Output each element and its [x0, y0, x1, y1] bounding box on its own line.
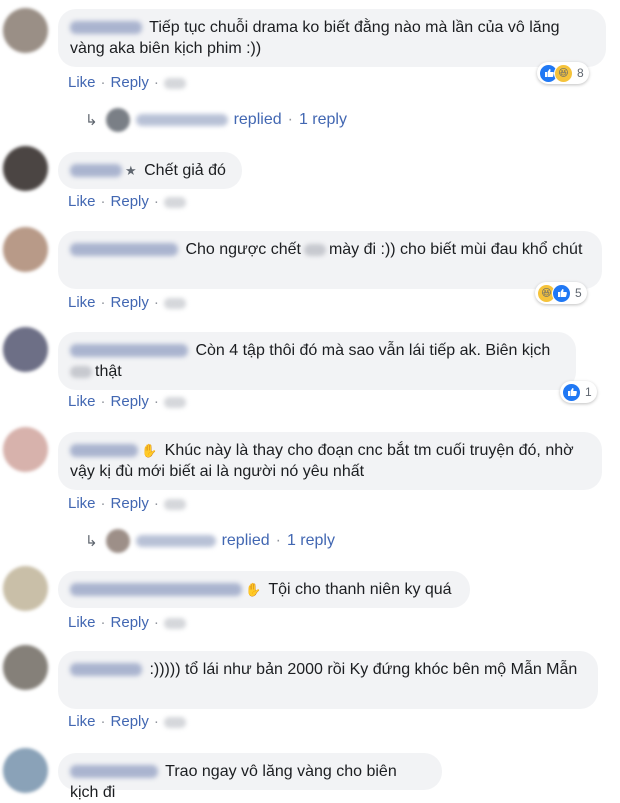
reply-link[interactable]: Reply: [111, 495, 149, 512]
star-badge-icon: ★: [125, 163, 137, 178]
reply-count: 1 reply: [298, 111, 347, 128]
timestamp[interactable]: [163, 196, 186, 208]
commenter-name[interactable]: [70, 21, 142, 35]
reply-link[interactable]: Reply: [111, 614, 149, 631]
avatar[interactable]: [3, 566, 48, 611]
timestamp[interactable]: [163, 396, 186, 408]
timestamp[interactable]: [163, 297, 186, 309]
replier-name: [135, 114, 228, 126]
reaction-summary[interactable]: 😆 8: [537, 62, 589, 84]
comment-text: Chết giả đó: [144, 162, 226, 179]
reply-avatar: [105, 108, 130, 132]
commenter-name[interactable]: [70, 765, 158, 779]
like-link[interactable]: Like: [68, 74, 96, 91]
reply-link[interactable]: Reply: [111, 294, 149, 311]
comment-actions: Like · Reply ·: [68, 193, 186, 210]
comment-text-a: Cho ngược chết: [185, 241, 301, 258]
avatar[interactable]: [3, 427, 48, 472]
commenter-name[interactable]: [70, 583, 242, 597]
reaction-count: 8: [577, 66, 584, 80]
reply-arrow-icon: ↳: [85, 112, 98, 129]
reply-arrow-icon: ↳: [85, 533, 98, 550]
timestamp[interactable]: [163, 498, 186, 510]
timestamp[interactable]: [163, 716, 186, 728]
timestamp[interactable]: [163, 77, 186, 89]
reply-avatar: [105, 529, 130, 553]
reply-link[interactable]: Reply: [111, 713, 149, 730]
avatar[interactable]: [3, 227, 48, 272]
avatar[interactable]: [3, 8, 48, 53]
reaction-count: 1: [585, 385, 592, 399]
comment-text: :))))) tổ lái như bản 2000 rồi Ky đứng k…: [149, 661, 578, 678]
like-link[interactable]: Like: [68, 294, 96, 311]
comment-bubble: Trao ngay vô lăng vàng cho biên kịch đi: [58, 753, 442, 801]
censored-word: [303, 243, 326, 256]
comment-bubble: ★ Chết giả đó: [58, 152, 242, 189]
like-link[interactable]: Like: [68, 193, 96, 210]
reaction-summary[interactable]: 1: [560, 381, 597, 403]
comment-text: Còn 4 tập thôi đó mà sao vẫn lái tiếp ak…: [195, 342, 551, 359]
like-link[interactable]: Like: [68, 393, 96, 410]
replied-label: replied: [233, 111, 282, 128]
comment-bubble: Cho ngược chết mày đi :)) cho biết mùi đa…: [58, 231, 602, 289]
commenter-name[interactable]: [70, 344, 188, 358]
avatar[interactable]: [3, 645, 48, 690]
comment-text: Tiếp tục chuỗi drama ko biết đằng nào mà…: [70, 19, 560, 57]
commenter-name[interactable]: [70, 444, 138, 458]
reply-count: 1 reply: [286, 532, 335, 549]
comment-actions: Like · Reply ·: [68, 74, 186, 91]
hand-badge-icon: ✋: [141, 443, 158, 458]
reply-link[interactable]: Reply: [111, 393, 149, 410]
censored-word: [70, 365, 92, 378]
comment-actions: Like · Reply ·: [68, 614, 186, 631]
comment-actions: Like · Reply ·: [68, 393, 186, 410]
hand-badge-icon: ✋: [245, 582, 262, 597]
replies-toggle[interactable]: ↳ replied · 1 reply: [85, 529, 335, 553]
comment-bubble: :))))) tổ lái như bản 2000 rồi Ky đứng k…: [58, 651, 598, 709]
haha-reaction-icon: 😆: [554, 63, 573, 83]
avatar[interactable]: [3, 146, 48, 191]
replier-name: [135, 535, 216, 547]
avatar[interactable]: [3, 748, 48, 793]
like-link[interactable]: Like: [68, 495, 96, 512]
reaction-summary[interactable]: 😆 5: [535, 282, 587, 304]
commenter-name[interactable]: [70, 663, 142, 677]
comment-actions: Like · Reply ·: [68, 495, 186, 512]
comment-bubble: ✋ Tội cho thanh niên ky quá: [58, 571, 470, 608]
comment-text-b: mày đi :)) cho biết mùi đau khổ chút: [328, 241, 583, 258]
comment-text-b: thật: [95, 363, 122, 380]
timestamp[interactable]: [163, 617, 186, 629]
reply-link[interactable]: Reply: [111, 193, 149, 210]
comment-actions: Like · Reply ·: [68, 713, 186, 730]
like-reaction-icon: [552, 283, 571, 303]
comment-text: Tội cho thanh niên ky quá: [268, 581, 452, 598]
reaction-count: 5: [575, 286, 582, 300]
replies-toggle[interactable]: ↳ replied · 1 reply: [85, 108, 347, 132]
commenter-name[interactable]: [70, 164, 122, 178]
avatar[interactable]: [3, 327, 48, 372]
commenter-name[interactable]: [70, 243, 178, 257]
comment-bubble: Còn 4 tập thôi đó mà sao vẫn lái tiếp ak…: [58, 332, 576, 390]
like-reaction-icon: [562, 382, 581, 402]
comment-actions: Like · Reply ·: [68, 294, 186, 311]
comment-bubble: ✋ Khúc này là thay cho đoạn cnc bắt tm c…: [58, 432, 602, 490]
comment-bubble: Tiếp tục chuỗi drama ko biết đằng nào mà…: [58, 9, 606, 67]
like-link[interactable]: Like: [68, 713, 96, 730]
replied-label: replied: [221, 532, 270, 549]
like-link[interactable]: Like: [68, 614, 96, 631]
reply-link[interactable]: Reply: [111, 74, 149, 91]
